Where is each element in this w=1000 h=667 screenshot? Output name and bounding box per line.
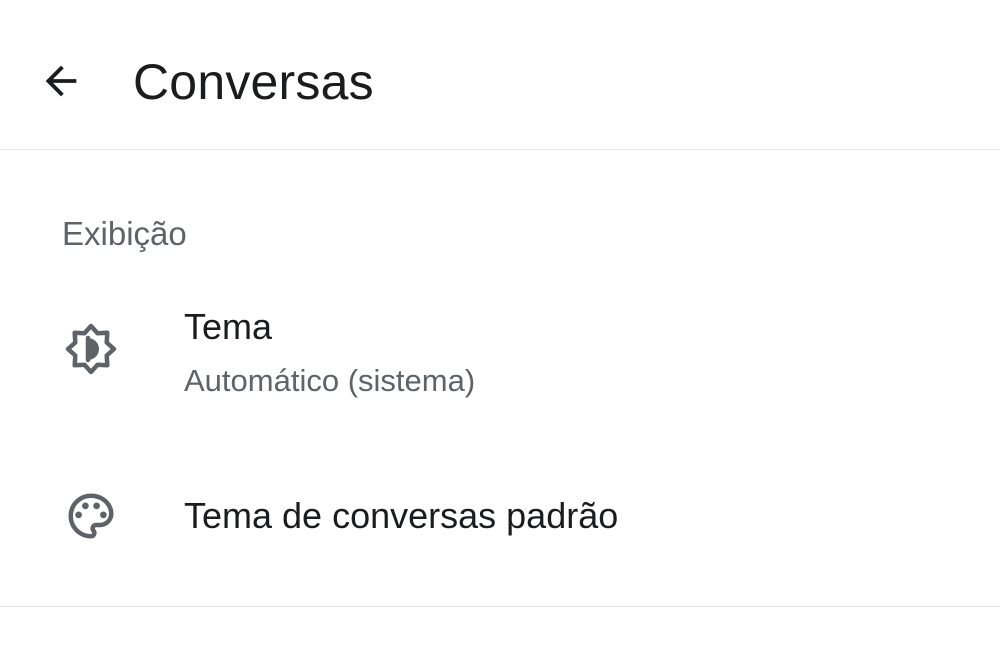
setting-item-theme[interactable]: Tema Automático (sistema) [0, 290, 1000, 430]
setting-subtitle-theme: Automático (sistema) [184, 363, 476, 398]
setting-title-default-chat-theme: Tema de conversas padrão [184, 495, 619, 536]
back-button[interactable] [30, 50, 92, 112]
page-title: Conversas [133, 54, 374, 110]
app-bar: Conversas [0, 0, 1000, 150]
setting-title-theme: Tema [184, 306, 273, 347]
setting-item-default-chat-theme[interactable]: Tema de conversas padrão [0, 462, 1000, 570]
arrow-back-icon [45, 65, 77, 97]
brightness-auto-icon [62, 320, 120, 378]
divider [0, 606, 1000, 607]
section-header-display: Exibição [62, 215, 187, 252]
palette-icon [62, 487, 120, 545]
